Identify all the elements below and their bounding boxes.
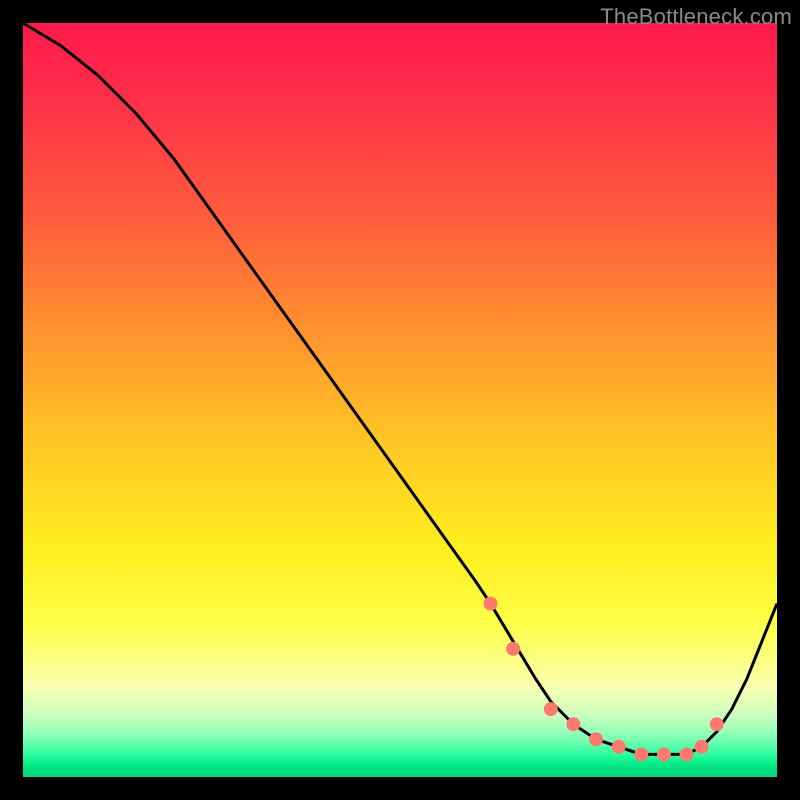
watermark-text: TheBottleneck.com bbox=[600, 4, 792, 30]
curve-marker bbox=[484, 597, 498, 611]
curve-marker bbox=[634, 747, 648, 761]
curve-line bbox=[23, 23, 777, 754]
plot-area bbox=[23, 23, 777, 777]
curve-marker bbox=[710, 717, 724, 731]
bottleneck-curve bbox=[23, 23, 777, 777]
chart-frame: TheBottleneck.com bbox=[0, 0, 800, 800]
curve-marker bbox=[506, 642, 520, 656]
curve-marker bbox=[544, 702, 558, 716]
curve-marker bbox=[680, 747, 694, 761]
curve-marker bbox=[612, 740, 626, 754]
curve-markers bbox=[484, 597, 724, 762]
curve-marker bbox=[566, 717, 580, 731]
curve-marker bbox=[657, 747, 671, 761]
curve-marker bbox=[589, 732, 603, 746]
curve-marker bbox=[695, 740, 709, 754]
